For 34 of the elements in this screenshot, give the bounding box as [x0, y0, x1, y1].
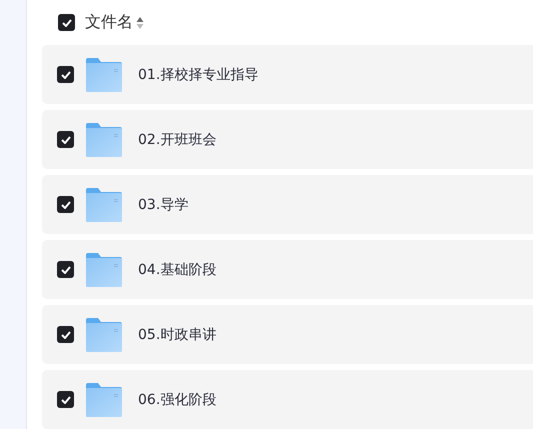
folder-icon [86, 318, 122, 352]
file-row[interactable]: 06.强化阶段 [42, 370, 533, 429]
checkmark-icon [62, 18, 72, 26]
checkbox[interactable] [57, 391, 74, 408]
checkbox[interactable] [57, 261, 74, 278]
checkbox[interactable] [57, 66, 74, 83]
file-name: 03.导学 [138, 196, 188, 214]
checkmark-icon [60, 396, 70, 404]
checkmark-icon [60, 200, 70, 208]
file-row[interactable]: 01.择校择专业指导 [42, 45, 533, 104]
folder-icon [86, 188, 122, 222]
file-name: 05.时政串讲 [138, 326, 216, 344]
checkmark-icon [60, 70, 70, 78]
checkbox[interactable] [58, 14, 75, 31]
sort-icon[interactable] [136, 16, 144, 30]
file-row[interactable]: 05.时政串讲 [42, 305, 533, 364]
file-row[interactable]: 03.导学 [42, 175, 533, 234]
checkmark-icon [60, 330, 70, 338]
file-row[interactable]: 04.基础阶段 [42, 240, 533, 299]
folder-icon [86, 382, 122, 416]
file-name: 04.基础阶段 [138, 260, 216, 278]
checkmark-icon [60, 136, 70, 144]
checkbox[interactable] [57, 196, 74, 213]
column-header[interactable]: 文件名 [85, 12, 133, 33]
file-name: 06.强化阶段 [138, 390, 216, 408]
checkbox[interactable] [57, 326, 74, 343]
file-row[interactable]: 02.开班班会 [42, 110, 533, 169]
checkmark-icon [60, 266, 70, 274]
file-name: 02.开班班会 [138, 130, 216, 148]
checkbox[interactable] [57, 131, 74, 148]
folder-icon [86, 252, 122, 286]
file-name: 01.择校择专业指导 [138, 66, 258, 84]
folder-icon [86, 58, 122, 92]
folder-icon [86, 122, 122, 156]
